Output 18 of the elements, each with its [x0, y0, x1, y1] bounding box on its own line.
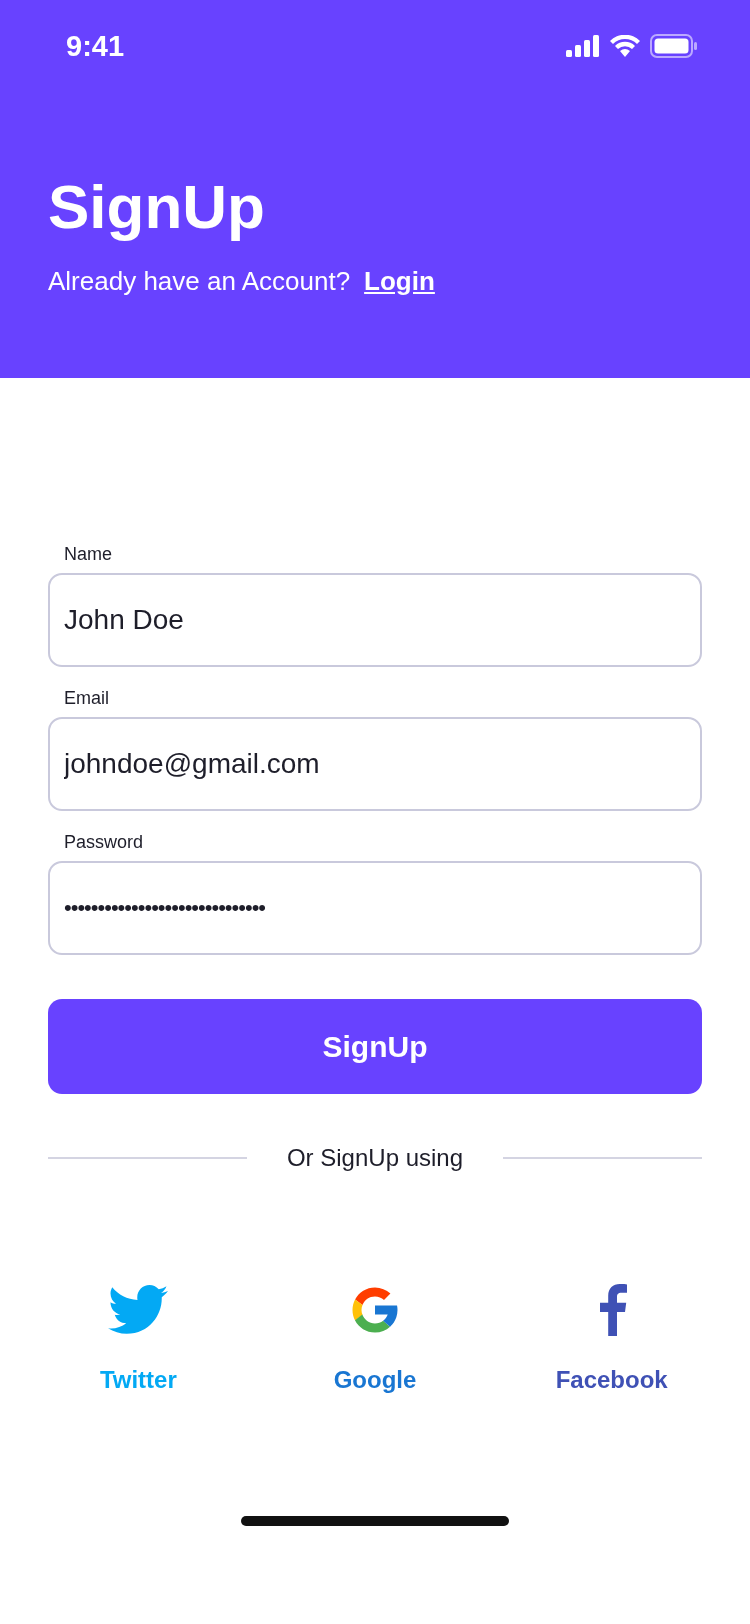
divider-text: Or SignUp using — [286, 1144, 464, 1172]
text-field[interactable]: johndoe@gmail.com — [48, 717, 702, 811]
password-field[interactable]: •••••••••••••••••••••••••••••• — [48, 861, 702, 955]
login-prompt: Already have an Account? — [48, 266, 351, 297]
status-time: 9:41 — [66, 29, 125, 63]
social-login-button[interactable]: Google — [333, 1280, 417, 1394]
login-link[interactable]: Login — [364, 266, 435, 297]
signup-button[interactable]: SignUp — [48, 999, 702, 1094]
bird-icon — [107, 1285, 170, 1335]
field-label: Name — [63, 543, 113, 565]
wifi-icon — [610, 35, 640, 57]
battery-icon — [650, 34, 698, 58]
signal-icon — [566, 35, 600, 57]
field-label: Email — [63, 687, 110, 709]
text-field[interactable]: John Doe — [48, 573, 702, 667]
field-label: Password — [63, 831, 145, 853]
social-login-button[interactable]: Facebook — [555, 1280, 668, 1394]
page-title: SignUp — [47, 171, 266, 242]
